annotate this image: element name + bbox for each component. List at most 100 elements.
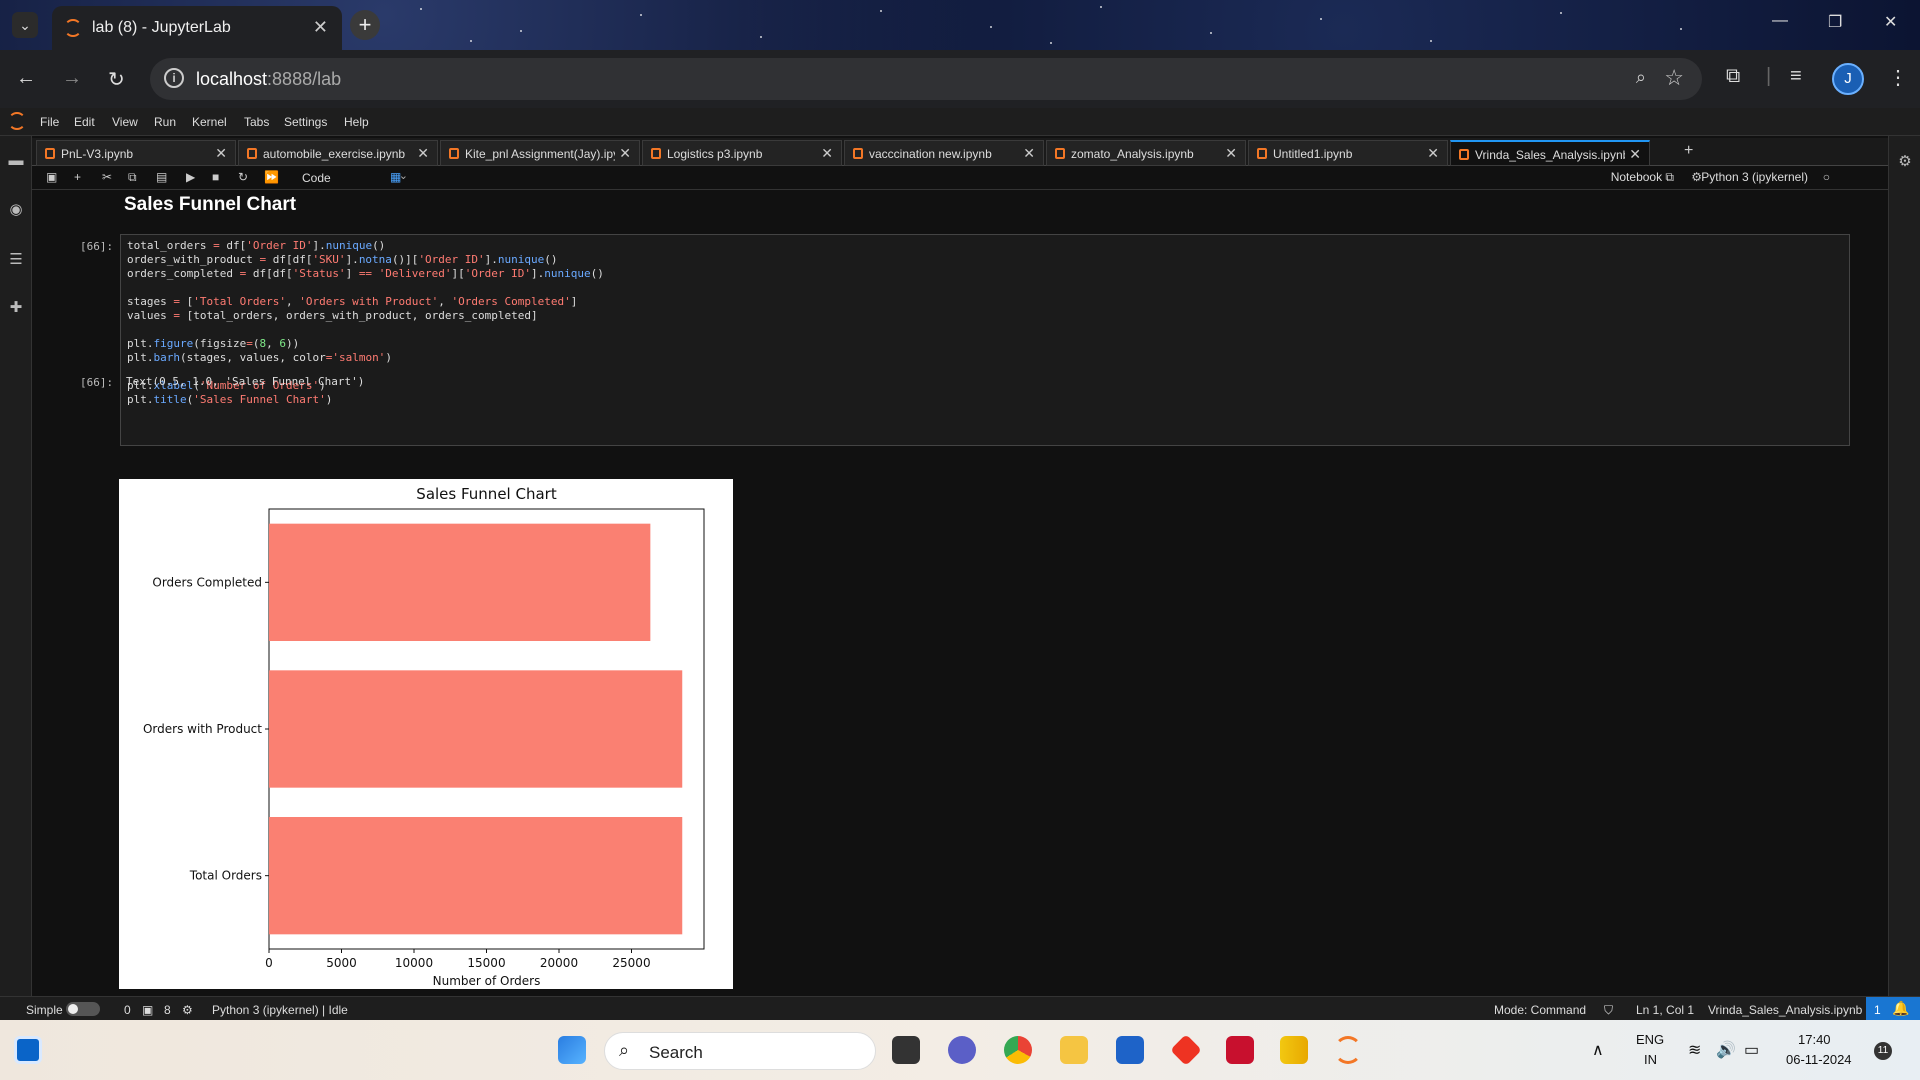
close-icon[interactable]: ✕ bbox=[821, 145, 833, 162]
property-inspector-gear-icon[interactable]: ⚙ bbox=[1896, 152, 1914, 170]
menu-tabs[interactable]: Tabs bbox=[244, 115, 269, 129]
extensions-icon[interactable]: ⧉ bbox=[1726, 65, 1740, 88]
kernel-count[interactable]: 8 bbox=[164, 1003, 171, 1017]
close-window-icon[interactable]: ✕ bbox=[1884, 12, 1897, 32]
insert-cell-icon[interactable]: + bbox=[74, 170, 81, 184]
language-top[interactable]: ENG bbox=[1636, 1032, 1664, 1047]
tab-search-button[interactable]: ⌄ bbox=[12, 12, 38, 38]
site-info-icon[interactable]: i bbox=[164, 68, 184, 88]
code-cell-editor[interactable]: total_orders = df['Order ID'].nunique() … bbox=[120, 234, 1850, 446]
simple-mode-toggle[interactable] bbox=[66, 1002, 100, 1016]
media-control-icon[interactable]: ≡ bbox=[1790, 65, 1802, 88]
profile-avatar[interactable]: J bbox=[1832, 63, 1864, 95]
mcafee-icon[interactable] bbox=[1226, 1036, 1254, 1064]
forward-icon[interactable]: → bbox=[62, 67, 82, 90]
kernel-name[interactable]: Python 3 (ipykernel) bbox=[1701, 170, 1808, 184]
notebook-tab-active[interactable]: Vrinda_Sales_Analysis.ipynb ✕ bbox=[1450, 140, 1650, 166]
notebook-file-icon bbox=[1055, 148, 1065, 159]
close-icon[interactable]: ✕ bbox=[1427, 145, 1439, 162]
terminal-count[interactable]: 0 bbox=[124, 1003, 131, 1017]
tray-chevron-up-icon[interactable]: ∧ bbox=[1592, 1040, 1604, 1060]
notebook-file-icon bbox=[853, 148, 863, 159]
notebook-tab-label: automobile_exercise.ipynb bbox=[263, 147, 406, 161]
folder-icon[interactable]: ▬ bbox=[7, 152, 25, 170]
notebook-tab[interactable]: automobile_exercise.ipynb ✕ bbox=[238, 140, 438, 166]
bell-icon: 🔔 bbox=[1892, 1000, 1910, 1016]
notebook-tab-label: Untitled1.ipynb bbox=[1273, 147, 1353, 161]
close-icon[interactable]: ✕ bbox=[417, 145, 429, 162]
notebook-tab[interactable]: Logistics p3.ipynb ✕ bbox=[642, 140, 842, 166]
power-bi-icon[interactable] bbox=[1280, 1036, 1308, 1064]
markdown-heading: Sales Funnel Chart bbox=[124, 194, 297, 215]
bookmark-star-icon[interactable]: ☆ bbox=[1664, 65, 1684, 91]
extensions-puzzle-icon[interactable]: ✚ bbox=[7, 298, 25, 316]
file-explorer-icon[interactable] bbox=[1060, 1036, 1088, 1064]
table-of-contents-icon[interactable]: ☰ bbox=[7, 250, 25, 268]
stop-icon[interactable]: ■ bbox=[212, 170, 219, 184]
taskbar-search[interactable]: ⌕ Search bbox=[604, 1032, 876, 1070]
microsoft-store-icon[interactable] bbox=[1116, 1036, 1144, 1064]
task-view-icon[interactable] bbox=[892, 1036, 920, 1064]
close-icon[interactable]: ✕ bbox=[1023, 145, 1035, 162]
battery-icon[interactable]: ▭ bbox=[1744, 1040, 1759, 1060]
new-launcher-icon[interactable]: + bbox=[1684, 142, 1693, 160]
more-menu-icon[interactable]: ⋮ bbox=[1888, 65, 1908, 90]
open-notebook-button[interactable]: Notebook ⧉ bbox=[1611, 170, 1674, 185]
status-bar: Simple 0 ▣ 8 ⚙ Python 3 (ipykernel) | Id… bbox=[0, 996, 1920, 1021]
jupyter-taskbar-icon[interactable] bbox=[1334, 1036, 1362, 1064]
clock-date[interactable]: 06-11-2024 bbox=[1786, 1052, 1852, 1067]
browser-tab[interactable]: lab (8) - JupyterLab ✕ bbox=[52, 6, 342, 50]
teams-icon[interactable] bbox=[948, 1036, 976, 1064]
notebook-tab[interactable]: Untitled1.ipynb ✕ bbox=[1248, 140, 1448, 166]
back-icon[interactable]: ← bbox=[16, 67, 36, 90]
address-bar[interactable]: i localhost:8888/lab ⌕ ☆ bbox=[150, 58, 1702, 100]
notebook-tab[interactable]: Kite_pnl Assignment(Jay).ipynb ✕ bbox=[440, 140, 640, 166]
clock-time[interactable]: 17:40 bbox=[1798, 1032, 1831, 1047]
close-icon[interactable]: ✕ bbox=[215, 145, 227, 162]
close-icon[interactable]: ✕ bbox=[1225, 145, 1237, 162]
close-icon[interactable]: ✕ bbox=[619, 145, 631, 162]
notification-button[interactable]: 1 🔔 bbox=[1866, 997, 1920, 1021]
wifi-icon[interactable]: ≋ bbox=[1688, 1040, 1701, 1060]
new-tab-button[interactable]: + bbox=[350, 10, 380, 40]
menu-settings[interactable]: Settings bbox=[284, 115, 327, 129]
menu-help[interactable]: Help bbox=[344, 115, 369, 129]
notification-badge[interactable]: 11 bbox=[1874, 1042, 1892, 1060]
menu-file[interactable]: File bbox=[40, 115, 59, 129]
menu-run[interactable]: Run bbox=[154, 115, 176, 129]
code-line: plt.barh(stages, values, color='salmon') bbox=[127, 351, 392, 364]
menu-kernel[interactable]: Kernel bbox=[192, 115, 227, 129]
start-windows-icon[interactable] bbox=[558, 1036, 586, 1064]
jupyter-logo-icon bbox=[8, 112, 26, 130]
copy-icon[interactable]: ⧉ bbox=[128, 170, 137, 185]
zoom-icon[interactable]: ⌕ bbox=[1636, 67, 1646, 88]
cut-icon[interactable]: ✂ bbox=[102, 170, 112, 184]
chrome-icon[interactable] bbox=[1004, 1036, 1032, 1064]
code-line: orders_completed = df[df['Status'] == 'D… bbox=[127, 267, 604, 280]
widgets-icon[interactable] bbox=[14, 1036, 42, 1064]
cursor-position[interactable]: Ln 1, Col 1 bbox=[1636, 1003, 1694, 1017]
notebook-tab[interactable]: PnL-V3.ipynb ✕ bbox=[36, 140, 236, 166]
y-tick-label: Orders with Product bbox=[143, 722, 262, 736]
paste-icon[interactable]: ▤ bbox=[156, 170, 167, 184]
close-tab-icon[interactable]: ✕ bbox=[313, 17, 328, 38]
anydesk-icon[interactable] bbox=[1170, 1034, 1202, 1066]
run-icon[interactable]: ▶ bbox=[186, 170, 195, 184]
restart-run-all-icon[interactable]: ⏩ bbox=[264, 170, 279, 184]
notebook-tab[interactable]: vacccination new.ipynb ✕ bbox=[844, 140, 1044, 166]
volume-icon[interactable]: 🔊 bbox=[1716, 1040, 1736, 1060]
terminal-icon: ▣ bbox=[142, 1003, 154, 1017]
menu-view[interactable]: View bbox=[112, 115, 138, 129]
save-icon[interactable]: ▣ bbox=[46, 170, 57, 184]
notebook-tab[interactable]: zomato_Analysis.ipynb ✕ bbox=[1046, 140, 1246, 166]
kernel-status[interactable]: Python 3 (ipykernel) | Idle bbox=[212, 1003, 348, 1017]
property-inspector-icon[interactable]: ▦ bbox=[390, 170, 401, 184]
reload-icon[interactable]: ↻ bbox=[108, 67, 125, 92]
restart-icon[interactable]: ↻ bbox=[238, 170, 248, 184]
language-bottom[interactable]: IN bbox=[1644, 1052, 1657, 1067]
running-kernels-icon[interactable]: ◉ bbox=[7, 200, 25, 218]
minimize-icon[interactable]: — bbox=[1772, 12, 1788, 30]
restore-icon[interactable]: ❐ bbox=[1828, 12, 1842, 32]
menu-edit[interactable]: Edit bbox=[74, 115, 95, 129]
close-icon[interactable]: ✕ bbox=[1629, 146, 1641, 163]
